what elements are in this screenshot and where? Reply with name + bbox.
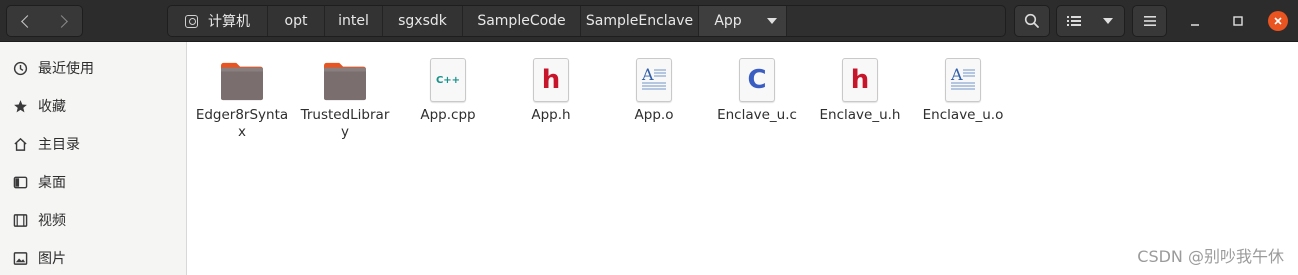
maximize-button[interactable] — [1228, 11, 1248, 31]
folder-icon — [324, 62, 366, 101]
close-icon — [1274, 17, 1282, 25]
minimize-icon — [1191, 24, 1199, 26]
sidebar-item-label: 桌面 — [38, 175, 66, 191]
picture-icon — [12, 250, 28, 266]
file-item-trustedlibrary[interactable]: TrustedLibrary — [293, 50, 397, 141]
sidebar-item-label: 收藏 — [38, 99, 66, 115]
file-item-edger8rsyntax[interactable]: Edger8rSyntax — [190, 50, 294, 141]
file-grid: Edger8rSyntax TrustedLibrary C++ App.cpp… — [188, 42, 1298, 275]
sidebar-item-starred[interactable]: 收藏 — [0, 87, 186, 125]
breadcrumb-label: opt — [284, 13, 308, 29]
text-lines-icon: A — [950, 65, 975, 90]
file-glyph: C++ — [435, 74, 461, 86]
breadcrumb-app[interactable]: App — [699, 6, 757, 36]
breadcrumb: 计算机 opt intel sgxsdk SampleCode SampleEn… — [167, 5, 1006, 37]
file-item-enclave-u-h[interactable]: h Enclave_u.h — [808, 50, 912, 124]
sidebar-item-videos[interactable]: 视频 — [0, 201, 186, 239]
breadcrumb-label: intel — [338, 13, 369, 29]
sidebar-item-pictures[interactable]: 图片 — [0, 239, 186, 275]
sidebar-item-recent[interactable]: 最近使用 — [0, 49, 186, 87]
breadcrumb-opt[interactable]: opt — [268, 6, 325, 36]
object-file-icon: A — [636, 58, 672, 102]
file-glyph: h — [541, 65, 561, 95]
file-item-enclave-u-o[interactable]: A Enclave_u.o — [911, 50, 1015, 124]
location-menu-button[interactable] — [757, 6, 787, 36]
breadcrumb-sampleenclave[interactable]: SampleEnclave — [581, 6, 699, 36]
file-name: App.h — [531, 107, 571, 123]
watermark: CSDN @别吵我午休 — [1137, 247, 1284, 266]
star-icon — [12, 98, 28, 114]
caret-down-icon — [1102, 18, 1113, 24]
sidebar-item-home[interactable]: 主目录 — [0, 125, 186, 163]
hamburger-menu-icon — [1143, 16, 1156, 26]
breadcrumb-sgxsdk[interactable]: sgxsdk — [383, 6, 463, 36]
file-name: Enclave_u.c — [717, 107, 797, 123]
view-toggle-button[interactable] — [1056, 5, 1092, 37]
maximize-icon — [1233, 16, 1243, 26]
caret-down-icon — [766, 18, 777, 24]
text-lines-icon: A — [641, 65, 666, 90]
folder-icon — [221, 62, 263, 101]
chevron-left-icon — [21, 14, 34, 28]
close-button[interactable] — [1268, 11, 1288, 31]
chevron-right-icon — [54, 14, 68, 28]
sidebar-item-label: 最近使用 — [38, 61, 94, 77]
view-options-button[interactable] — [1091, 5, 1125, 37]
breadcrumb-computer[interactable]: 计算机 — [168, 6, 268, 36]
file-glyph: h — [850, 65, 870, 95]
search-icon — [1024, 13, 1039, 28]
breadcrumb-label: SampleCode — [477, 13, 566, 29]
home-icon — [12, 136, 28, 152]
sidebar: 最近使用 收藏 主目录 桌面 视频 图片 — [0, 42, 187, 275]
c-file-icon: C — [739, 58, 775, 102]
file-glyph: A — [641, 65, 654, 84]
file-glyph: C — [747, 65, 767, 95]
sidebar-item-label: 图片 — [38, 251, 66, 267]
sidebar-item-desktop[interactable]: 桌面 — [0, 163, 186, 201]
video-icon — [12, 212, 28, 228]
file-item-app-o[interactable]: A App.o — [602, 50, 706, 124]
breadcrumb-samplecode[interactable]: SampleCode — [463, 6, 581, 36]
breadcrumb-label: sgxsdk — [398, 13, 447, 29]
forward-button[interactable] — [44, 5, 83, 37]
clock-icon — [12, 60, 28, 76]
object-file-icon: A — [945, 58, 981, 102]
file-item-app-h[interactable]: h App.h — [499, 50, 603, 124]
header-file-icon: h — [533, 58, 569, 102]
file-name: Enclave_u.h — [819, 107, 901, 123]
back-button[interactable] — [6, 5, 45, 37]
file-name: App.o — [634, 107, 674, 123]
breadcrumb-intel[interactable]: intel — [325, 6, 383, 36]
file-name: Edger8rSyntax — [195, 107, 289, 140]
file-name: App.cpp — [420, 107, 476, 123]
file-item-enclave-u-c[interactable]: C Enclave_u.c — [705, 50, 809, 124]
drive-icon — [185, 14, 198, 28]
search-button[interactable] — [1014, 5, 1050, 37]
header-file-icon: h — [842, 58, 878, 102]
sidebar-item-label: 视频 — [38, 213, 66, 229]
desktop-icon — [12, 174, 28, 190]
header-bar: 计算机 opt intel sgxsdk SampleCode SampleEn… — [0, 0, 1298, 42]
file-name: TrustedLibrary — [300, 107, 390, 140]
main-menu-button[interactable] — [1132, 5, 1167, 37]
file-name: Enclave_u.o — [922, 107, 1004, 123]
cpp-file-icon: C++ — [430, 58, 466, 102]
breadcrumb-label: App — [714, 13, 742, 29]
sidebar-item-label: 主目录 — [38, 137, 80, 153]
breadcrumb-label: SampleEnclave — [585, 13, 694, 29]
file-item-app-cpp[interactable]: C++ App.cpp — [396, 50, 500, 124]
breadcrumb-label: 计算机 — [208, 14, 250, 30]
file-glyph: A — [950, 65, 963, 84]
minimize-button[interactable] — [1185, 11, 1205, 31]
list-view-icon — [1067, 16, 1081, 26]
